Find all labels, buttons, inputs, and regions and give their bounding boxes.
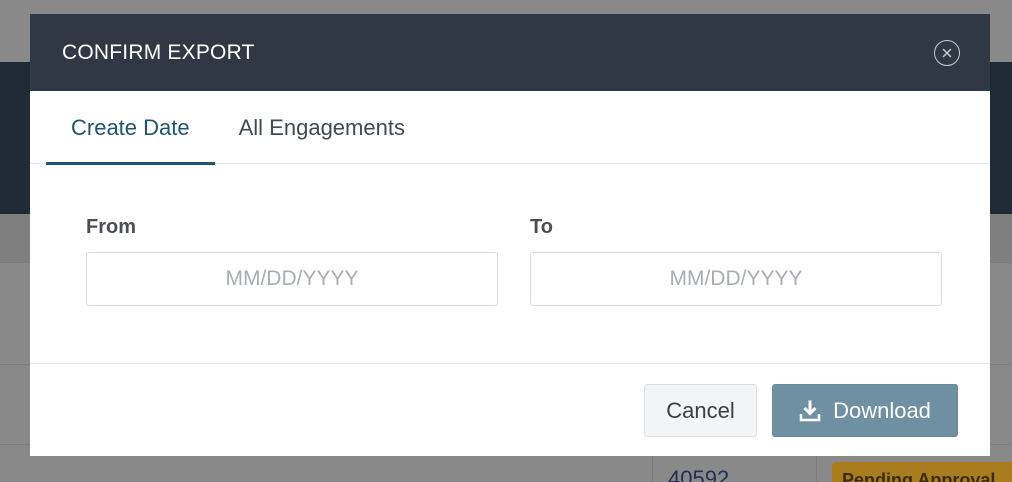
background-status-badge: Pending Approval: [832, 462, 1012, 482]
to-field: To: [530, 216, 942, 306]
to-label: To: [530, 216, 553, 238]
confirm-export-modal: CONFIRM EXPORT Create Date All Engagemen…: [30, 14, 990, 456]
tab-create-date[interactable]: Create Date: [46, 91, 215, 165]
export-tabs: Create Date All Engagements: [30, 91, 990, 165]
to-date-input[interactable]: [530, 252, 942, 306]
download-button[interactable]: Download: [772, 384, 958, 437]
download-button-label: Download: [833, 397, 931, 423]
from-date-input[interactable]: [86, 252, 498, 306]
tab-label: All Engagements: [238, 114, 405, 140]
modal-footer: Cancel Download: [30, 364, 990, 456]
from-field: From: [86, 216, 498, 306]
cancel-button-label: Cancel: [666, 397, 735, 423]
close-x-glyph: [942, 48, 952, 57]
download-icon: [799, 400, 821, 421]
date-range-form: From To: [30, 164, 990, 364]
tab-all-engagements[interactable]: All Engagements: [215, 91, 430, 164]
modal-header: CONFIRM EXPORT: [30, 14, 990, 91]
tab-label: Create Date: [71, 114, 190, 140]
background-table-cell: 40592: [668, 466, 730, 482]
modal-title: CONFIRM EXPORT: [62, 40, 255, 64]
close-icon[interactable]: [934, 39, 960, 66]
from-label: From: [86, 216, 136, 238]
cancel-button[interactable]: Cancel: [644, 384, 757, 437]
